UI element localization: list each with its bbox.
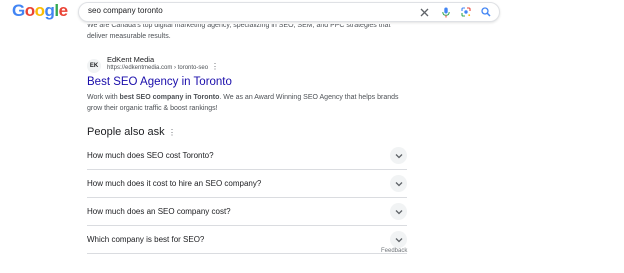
logo-letter: e <box>58 1 68 20</box>
paa-more-options-icon[interactable]: ⋮ <box>168 128 176 137</box>
close-icon[interactable] <box>417 5 431 19</box>
site-name[interactable]: EdKent Media <box>107 55 154 64</box>
paa-question-item[interactable]: Which company is best for SEO? <box>87 226 407 254</box>
logo-letter: o <box>34 1 45 20</box>
logo-letter: G <box>12 1 25 20</box>
paa-question-item[interactable]: How much does it cost to hire an SEO com… <box>87 170 407 198</box>
lens-icon[interactable] <box>459 5 473 19</box>
google-logo[interactable]: Google <box>12 1 68 21</box>
search-icon[interactable] <box>479 5 493 19</box>
search-input[interactable]: seo company toronto <box>88 6 163 15</box>
logo-letter: o <box>24 1 35 20</box>
paa-question-text: How much does an SEO company cost? <box>87 207 231 216</box>
paa-question-item[interactable]: How much does an SEO company cost? <box>87 198 407 226</box>
paa-question-text: How much does it cost to hire an SEO com… <box>87 179 262 188</box>
microphone-icon[interactable] <box>439 5 453 19</box>
snippet-line: deliver measurable results. <box>87 33 171 40</box>
logo-letter: g <box>44 1 55 20</box>
people-also-ask-heading: People also ask <box>87 126 165 138</box>
feedback-link[interactable]: Feedback <box>381 248 407 254</box>
desc-text: Work with <box>87 94 120 101</box>
site-url[interactable]: https://edkentmedia.com › toronto-seo <box>107 65 208 71</box>
desc-highlight: best SEO company in Toronto <box>119 94 220 101</box>
search-box[interactable]: seo company toronto <box>78 2 500 22</box>
people-also-ask-list: How much does SEO cost Toronto? How much… <box>87 142 407 254</box>
chevron-down-icon[interactable] <box>390 231 407 248</box>
chevron-down-icon[interactable] <box>390 147 407 164</box>
search-header: Google seo company toronto <box>0 0 624 24</box>
site-favicon[interactable]: EK <box>87 59 101 73</box>
search-results: We are Canada's top digital marketing ag… <box>0 0 624 273</box>
result-title-link[interactable]: Best SEO Agency in Toronto <box>87 76 232 88</box>
result-more-options-icon[interactable]: ⋮ <box>211 63 219 71</box>
chevron-down-icon[interactable] <box>390 175 407 192</box>
paa-question-text: Which company is best for SEO? <box>87 235 205 244</box>
chevron-down-icon[interactable] <box>390 203 407 220</box>
result-description: Work with best SEO company in Toronto. W… <box>87 92 407 114</box>
paa-question-item[interactable]: How much does SEO cost Toronto? <box>87 142 407 170</box>
paa-question-text: How much does SEO cost Toronto? <box>87 151 214 160</box>
